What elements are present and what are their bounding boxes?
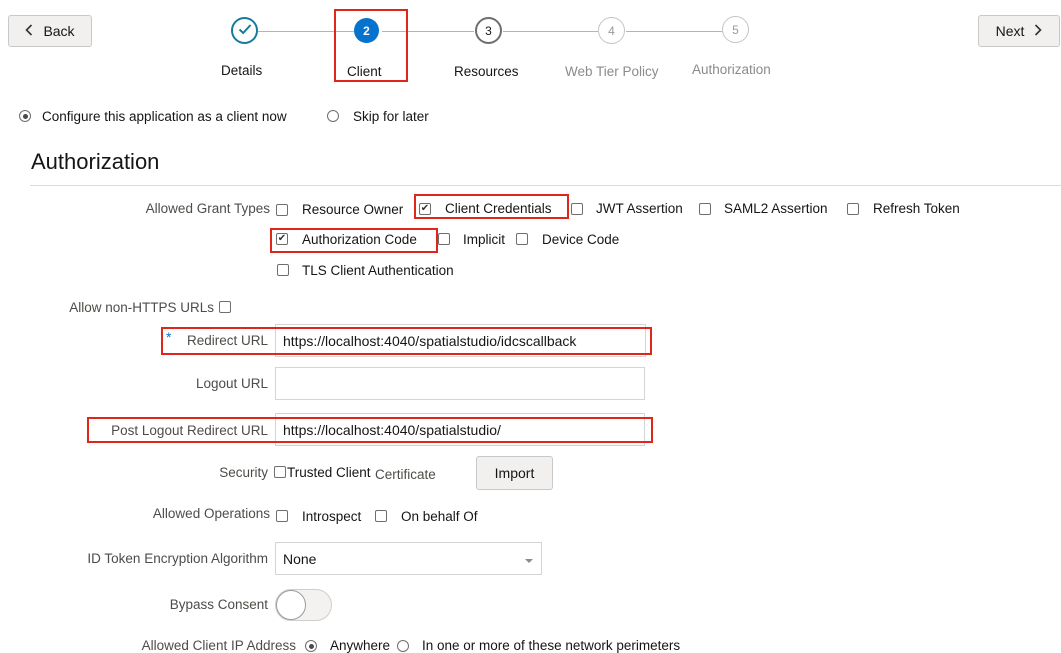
step-authorization-label: Authorization	[692, 62, 771, 77]
next-button[interactable]: Next	[978, 15, 1060, 47]
anywhere-radio[interactable]	[305, 640, 317, 652]
bypass-consent-toggle[interactable]	[275, 589, 332, 621]
jwt-assertion-label[interactable]: JWT Assertion	[596, 201, 683, 217]
highlight-box-client-credentials	[414, 194, 569, 219]
on-behalf-of-label[interactable]: On behalf Of	[401, 509, 478, 525]
introspect-checkbox[interactable]	[276, 510, 288, 522]
import-button-label: Import	[494, 465, 535, 481]
trusted-client-checkbox[interactable]	[274, 466, 286, 478]
implicit-label[interactable]: Implicit	[463, 232, 505, 248]
highlight-box-redirect-url	[161, 327, 652, 355]
on-behalf-of-checkbox[interactable]	[375, 510, 387, 522]
skip-for-later-label[interactable]: Skip for later	[353, 109, 429, 125]
chevron-left-icon	[25, 23, 33, 39]
step-web-tier-circle: 4	[598, 17, 625, 44]
grant-types-label: Allowed Grant Types	[145, 201, 270, 216]
caret-down-icon	[524, 551, 534, 567]
trusted-client-label[interactable]: Trusted Client	[287, 465, 371, 481]
step-number: 5	[732, 22, 739, 37]
step-details-label[interactable]: Details	[221, 63, 262, 79]
refresh-token-checkbox[interactable]	[847, 203, 859, 215]
id-token-encryption-value: None	[283, 550, 317, 567]
jwt-assertion-checkbox[interactable]	[571, 203, 583, 215]
anywhere-label[interactable]: Anywhere	[330, 638, 390, 653]
step-authorization-circle: 5	[722, 16, 749, 43]
tls-client-auth-checkbox[interactable]	[277, 264, 289, 276]
train-connector	[503, 31, 598, 32]
section-title: Authorization	[31, 149, 160, 174]
resource-owner-label[interactable]: Resource Owner	[302, 202, 403, 218]
resource-owner-checkbox[interactable]	[276, 204, 288, 216]
configure-now-label[interactable]: Configure this application as a client n…	[42, 109, 287, 125]
id-token-encryption-select[interactable]: None	[275, 542, 542, 575]
tls-client-auth-label[interactable]: TLS Client Authentication	[302, 263, 454, 279]
network-perimeters-radio[interactable]	[397, 640, 409, 652]
step-details-circle[interactable]	[231, 17, 258, 44]
implicit-checkbox[interactable]	[438, 233, 450, 245]
bypass-consent-label: Bypass Consent	[169, 597, 268, 612]
allowed-operations-label: Allowed Operations	[152, 506, 270, 521]
saml2-assertion-checkbox[interactable]	[699, 203, 711, 215]
toggle-knob	[276, 590, 306, 620]
next-button-label: Next	[995, 23, 1025, 39]
step-resources-label[interactable]: Resources	[454, 64, 519, 80]
chevron-right-icon	[1034, 23, 1043, 39]
step-number: 3	[485, 23, 492, 38]
device-code-checkbox[interactable]	[516, 233, 528, 245]
checkmark-icon	[238, 23, 252, 38]
step-web-tier-label: Web Tier Policy	[565, 64, 659, 79]
logout-url-input[interactable]	[275, 367, 645, 400]
network-perimeters-label[interactable]: In one or more of these network perimete…	[422, 638, 680, 653]
step-number: 4	[608, 23, 615, 38]
allowed-client-ip-label: Allowed Client IP Address	[141, 638, 296, 653]
security-label: Security	[219, 465, 268, 480]
introspect-label[interactable]: Introspect	[302, 509, 361, 525]
import-button[interactable]: Import	[476, 456, 553, 490]
refresh-token-label[interactable]: Refresh Token	[873, 201, 960, 217]
highlight-box-client-step	[334, 9, 408, 82]
id-token-encryption-label: ID Token Encryption Algorithm	[87, 551, 268, 566]
back-button[interactable]: Back	[8, 15, 92, 47]
non-https-label: Allow non-HTTPS URLs	[69, 300, 214, 315]
configure-now-radio[interactable]	[19, 110, 31, 122]
step-resources-circle[interactable]: 3	[475, 17, 502, 44]
section-divider	[30, 185, 1061, 186]
highlight-box-post-logout	[87, 417, 653, 443]
back-button-label: Back	[43, 23, 75, 39]
logout-url-label: Logout URL	[195, 376, 268, 391]
non-https-checkbox[interactable]	[219, 301, 231, 313]
saml2-assertion-label[interactable]: SAML2 Assertion	[724, 201, 828, 217]
highlight-box-authorization-code	[270, 228, 438, 253]
certificate-label: Certificate	[375, 467, 436, 482]
skip-for-later-radio[interactable]	[327, 110, 339, 122]
train-connector	[626, 31, 722, 32]
device-code-label[interactable]: Device Code	[542, 232, 619, 248]
